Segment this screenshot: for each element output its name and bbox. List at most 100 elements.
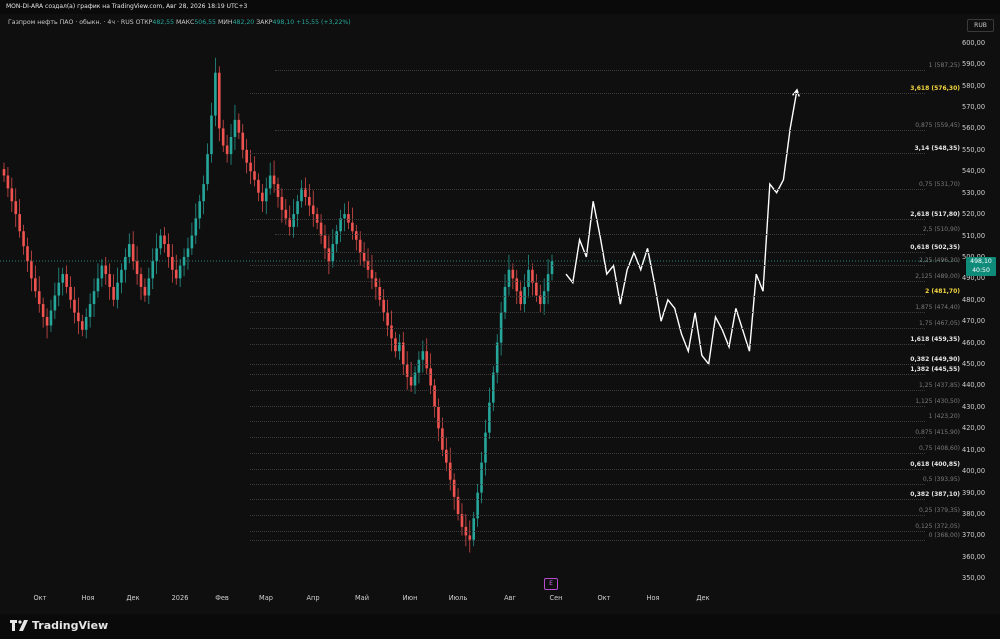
fib-level-line[interactable] — [250, 251, 925, 253]
fib-level-line[interactable] — [250, 218, 925, 220]
candle-body — [92, 291, 96, 305]
candle-body — [143, 286, 147, 296]
candle-body — [139, 274, 143, 287]
symbol-legend: Газпром нефть ПАО · обыкн. · 4ч · RUS ОТ… — [8, 19, 351, 26]
price-chart-svg[interactable] — [0, 14, 960, 589]
fib-level-line[interactable] — [250, 280, 925, 282]
candle-body — [276, 184, 280, 197]
fib-level-line[interactable] — [250, 421, 925, 423]
y-tick-label: 420,00 — [962, 424, 986, 433]
fib-level-line[interactable] — [250, 296, 925, 298]
candle-body — [45, 316, 49, 326]
last-price-value: 498,10 — [970, 258, 992, 265]
fib-level-line[interactable] — [250, 373, 925, 375]
currency-button[interactable]: RUB — [967, 19, 994, 32]
candle-body — [202, 184, 205, 202]
chart-plot-area[interactable] — [0, 14, 960, 589]
y-tick-label: 440,00 — [962, 381, 986, 390]
candle-body — [370, 269, 374, 279]
candle-body — [327, 248, 331, 262]
low-label: МИН — [217, 19, 233, 26]
fib-level-line[interactable] — [250, 311, 925, 313]
candle-body — [268, 175, 272, 189]
fib-level-line[interactable] — [275, 70, 925, 72]
candle-body — [480, 462, 483, 493]
candle-body — [96, 278, 100, 292]
fib-level-line[interactable] — [250, 515, 925, 517]
candle-body — [84, 316, 88, 330]
fib-level-label: 0,125 (372,05) — [915, 523, 960, 531]
candle-body — [65, 274, 68, 287]
candle-body — [221, 128, 225, 146]
candle-body — [343, 214, 346, 219]
fib-level-line[interactable] — [250, 452, 925, 454]
candle-body — [108, 274, 111, 287]
fib-level-line[interactable] — [250, 264, 925, 266]
candle-body — [69, 286, 72, 300]
fib-level-line[interactable] — [250, 437, 925, 439]
fib-level-label: 2,125 (489,00) — [915, 272, 960, 280]
y-tick-label: 570,00 — [962, 102, 986, 111]
candle-body — [488, 402, 491, 433]
y-tick-label: 580,00 — [962, 81, 986, 90]
fib-level-line[interactable] — [250, 498, 925, 500]
fib-level-line[interactable] — [275, 129, 925, 131]
low-value: 482,20 — [232, 19, 255, 26]
change-value: +15,55 (+3,22%) — [296, 19, 351, 26]
candle-body — [241, 132, 245, 150]
candle-body — [542, 291, 546, 305]
fib-level-line[interactable] — [250, 539, 925, 541]
symbol-name: Газпром нефть ПАО · обыкн. · 4ч · RUS — [8, 19, 134, 26]
candle-body — [214, 72, 217, 116]
fib-level-label: 1,25 (437,85) — [919, 382, 960, 390]
candle-body — [49, 310, 53, 326]
candle-body — [10, 188, 14, 202]
x-tick-label: Дек — [696, 594, 710, 602]
candle-body — [401, 342, 405, 365]
fib-level-line[interactable] — [250, 93, 925, 95]
candle-body — [491, 372, 495, 403]
candle-body — [511, 269, 515, 279]
fib-level-line[interactable] — [250, 469, 925, 471]
fib-level-line[interactable] — [250, 344, 925, 346]
fib-level-line[interactable] — [250, 390, 925, 392]
y-tick-label: 430,00 — [962, 402, 986, 411]
candle-body — [237, 119, 241, 133]
fib-level-line[interactable] — [275, 189, 925, 191]
high-label: МАКС — [176, 19, 195, 26]
candle-body — [151, 261, 155, 279]
fib-level-line[interactable] — [275, 233, 925, 235]
candle-body — [495, 342, 499, 373]
y-tick-label: 520,00 — [962, 210, 986, 219]
candle-body — [546, 274, 550, 292]
x-tick-label: Дек — [126, 594, 140, 602]
fib-level-label: 0,75 (531,70) — [919, 181, 960, 189]
candle-body — [437, 406, 440, 429]
tradingview-logo[interactable]: TradingView — [10, 619, 108, 632]
candle-body — [253, 171, 256, 180]
candle-body — [257, 179, 260, 193]
candle-body — [210, 115, 213, 155]
candle-body — [22, 231, 25, 247]
close-label: ЗАКР — [256, 19, 273, 26]
candle-body — [14, 201, 18, 215]
fib-level-line[interactable] — [250, 153, 925, 155]
fib-level-line[interactable] — [250, 531, 925, 533]
candle-body — [73, 299, 76, 313]
y-tick-label: 350,00 — [962, 574, 986, 583]
chart-header: MON-DI-ARA создал(а) график на TradingVi… — [0, 0, 1000, 14]
candle-body — [186, 248, 190, 257]
candle-body — [217, 72, 221, 129]
fib-level-line[interactable] — [250, 364, 925, 366]
x-tick-label: Май — [354, 594, 370, 602]
fib-level-label: 1 (423,20) — [928, 413, 960, 421]
events-badge[interactable]: E — [544, 578, 558, 590]
candle-body — [167, 244, 170, 257]
fib-level-line[interactable] — [250, 484, 925, 486]
candle-body — [194, 218, 198, 236]
candle-body — [190, 235, 194, 249]
close-value: 498,10 — [272, 19, 295, 26]
fib-level-line[interactable] — [250, 405, 925, 407]
fib-level-line[interactable] — [250, 327, 925, 329]
fib-level-label: 1 (587,25) — [928, 62, 960, 70]
